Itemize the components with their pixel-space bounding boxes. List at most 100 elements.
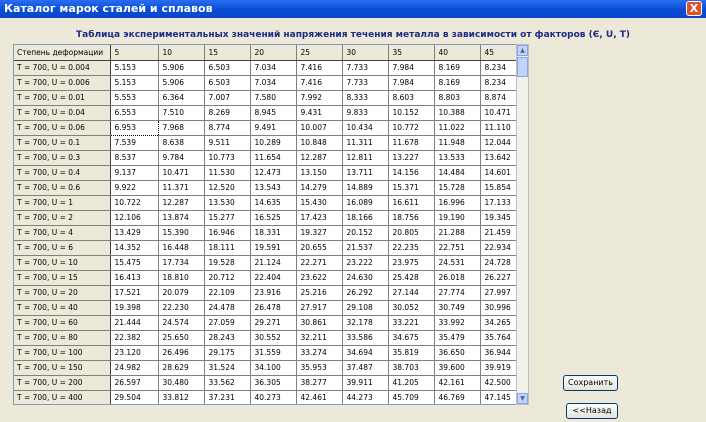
- table-cell[interactable]: 10.722: [110, 195, 159, 211]
- table-cell[interactable]: 13.874: [158, 210, 205, 226]
- table-cell[interactable]: 32.211: [296, 330, 343, 346]
- table-cell[interactable]: 33.992: [434, 315, 481, 331]
- table-cell[interactable]: 10.772: [388, 120, 435, 136]
- table-cell[interactable]: 46.769: [434, 390, 481, 404]
- table-cell[interactable]: 13.429: [110, 225, 159, 241]
- table-cell[interactable]: 14.484: [434, 165, 481, 181]
- table-cell[interactable]: 8.803: [434, 90, 481, 106]
- table-cell[interactable]: 8.945: [250, 105, 297, 121]
- table-cell[interactable]: 5.553: [110, 90, 159, 106]
- table-cell[interactable]: 8.169: [434, 60, 481, 76]
- table-cell[interactable]: 45.709: [388, 390, 435, 404]
- table-cell[interactable]: 17.521: [110, 285, 159, 301]
- table-cell[interactable]: 7.034: [250, 60, 297, 76]
- table-cell[interactable]: 24.478: [204, 300, 251, 316]
- table-cell[interactable]: 33.562: [204, 375, 251, 391]
- table-cell[interactable]: 14.279: [296, 180, 343, 196]
- table-cell[interactable]: 20.079: [158, 285, 205, 301]
- save-button[interactable]: Сохранить: [563, 375, 618, 391]
- table-cell[interactable]: 22.271: [296, 255, 343, 271]
- table-cell[interactable]: 21.124: [250, 255, 297, 271]
- table-cell[interactable]: 13.227: [388, 150, 435, 166]
- table-cell[interactable]: 13.530: [204, 195, 251, 211]
- table-cell[interactable]: 20.712: [204, 270, 251, 286]
- table-cell[interactable]: 33.812: [158, 390, 205, 404]
- table-cell[interactable]: 11.678: [388, 135, 435, 151]
- table-cell[interactable]: 6.503: [204, 75, 251, 91]
- table-cell[interactable]: 16.996: [434, 195, 481, 211]
- table-cell[interactable]: 7.992: [296, 90, 343, 106]
- scroll-thumb[interactable]: [517, 57, 528, 77]
- table-cell[interactable]: 25.428: [388, 270, 435, 286]
- table-cell[interactable]: 24.574: [158, 315, 205, 331]
- table-cell[interactable]: 15.371: [388, 180, 435, 196]
- table-cell[interactable]: 7.968: [158, 120, 205, 136]
- table-cell[interactable]: 8.269: [204, 105, 251, 121]
- table-cell[interactable]: 10.007: [296, 120, 343, 136]
- table-cell[interactable]: 25.650: [158, 330, 205, 346]
- table-cell[interactable]: 40.273: [250, 390, 297, 404]
- table-cell[interactable]: 26.292: [342, 285, 389, 301]
- table-cell[interactable]: 34.100: [250, 360, 297, 376]
- table-cell[interactable]: 22.404: [250, 270, 297, 286]
- table-cell[interactable]: 6.553: [110, 105, 159, 121]
- table-cell[interactable]: 5.906: [158, 60, 205, 76]
- table-cell[interactable]: 11.654: [250, 150, 297, 166]
- table-cell[interactable]: 22.109: [204, 285, 251, 301]
- data-grid[interactable]: Степень деформации 5 10 15 20 25 30 35 40 45 T = 7…: [13, 44, 529, 405]
- table-cell[interactable]: 14.635: [250, 195, 297, 211]
- table-cell[interactable]: 37.487: [342, 360, 389, 376]
- table-cell[interactable]: 18.166: [342, 210, 389, 226]
- table-cell[interactable]: 11.022: [434, 120, 481, 136]
- table-cell[interactable]: 15.430: [296, 195, 343, 211]
- table-cell[interactable]: 11.371: [158, 180, 205, 196]
- table-cell[interactable]: 27.144: [388, 285, 435, 301]
- table-cell[interactable]: 7.733: [342, 60, 389, 76]
- table-cell[interactable]: 24.630: [342, 270, 389, 286]
- table-cell[interactable]: 14.352: [110, 240, 159, 256]
- table-cell[interactable]: 13.150: [296, 165, 343, 181]
- table-cell[interactable]: 11.311: [342, 135, 389, 151]
- table-cell[interactable]: 37.231: [204, 390, 251, 404]
- table-cell[interactable]: 31.524: [204, 360, 251, 376]
- table-cell[interactable]: 14.889: [342, 180, 389, 196]
- table-cell[interactable]: 35.953: [296, 360, 343, 376]
- table-cell[interactable]: 9.833: [342, 105, 389, 121]
- vertical-scrollbar[interactable]: ▲ ▼: [516, 44, 529, 405]
- table-cell[interactable]: 8.774: [204, 120, 251, 136]
- table-cell[interactable]: 10.289: [250, 135, 297, 151]
- table-cell[interactable]: 7.416: [296, 75, 343, 91]
- table-cell[interactable]: 23.120: [110, 345, 159, 361]
- table-cell[interactable]: 29.108: [342, 300, 389, 316]
- table-cell[interactable]: 24.982: [110, 360, 159, 376]
- table-cell[interactable]: 8.537: [110, 150, 159, 166]
- table-cell[interactable]: 44.273: [342, 390, 389, 404]
- table-cell[interactable]: 8.638: [158, 135, 205, 151]
- table-cell[interactable]: 33.221: [388, 315, 435, 331]
- table-cell[interactable]: 16.611: [388, 195, 435, 211]
- table-cell[interactable]: 10.848: [296, 135, 343, 151]
- table-cell[interactable]: 9.922: [110, 180, 159, 196]
- table-cell[interactable]: 30.552: [250, 330, 297, 346]
- table-cell[interactable]: 20.655: [296, 240, 343, 256]
- table-cell[interactable]: 25.216: [296, 285, 343, 301]
- table-cell[interactable]: 15.277: [204, 210, 251, 226]
- table-cell[interactable]: 22.235: [388, 240, 435, 256]
- table-cell[interactable]: 9.784: [158, 150, 205, 166]
- table-cell[interactable]: 33.274: [296, 345, 343, 361]
- table-cell[interactable]: 19.398: [110, 300, 159, 316]
- table-cell[interactable]: 30.052: [388, 300, 435, 316]
- table-cell[interactable]: 35.819: [388, 345, 435, 361]
- table-cell[interactable]: 32.178: [342, 315, 389, 331]
- table-cell[interactable]: 38.703: [388, 360, 435, 376]
- table-cell[interactable]: 29.271: [250, 315, 297, 331]
- table-cell[interactable]: 19.528: [204, 255, 251, 271]
- table-cell[interactable]: 22.751: [434, 240, 481, 256]
- scroll-down-button[interactable]: ▼: [517, 393, 528, 404]
- table-cell[interactable]: 26.478: [250, 300, 297, 316]
- table-cell[interactable]: 23.222: [342, 255, 389, 271]
- table-cell[interactable]: 26.018: [434, 270, 481, 286]
- table-cell[interactable]: 34.694: [342, 345, 389, 361]
- table-cell[interactable]: 16.413: [110, 270, 159, 286]
- table-cell[interactable]: 5.906: [158, 75, 205, 91]
